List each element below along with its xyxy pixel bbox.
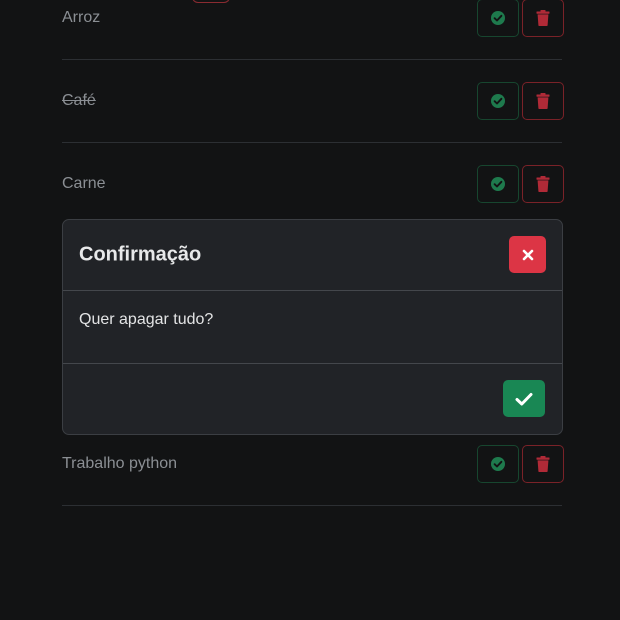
trash-icon	[536, 176, 550, 192]
delete-button[interactable]	[522, 165, 564, 203]
close-button[interactable]	[509, 236, 546, 273]
delete-button[interactable]	[522, 0, 564, 37]
check-circle-icon	[490, 176, 506, 192]
check-icon	[515, 392, 533, 406]
confirm-button[interactable]	[503, 380, 545, 417]
list-item: Trabalho python	[62, 423, 564, 506]
complete-button[interactable]	[477, 0, 519, 37]
delete-button[interactable]	[522, 82, 564, 120]
check-circle-icon	[490, 456, 506, 472]
todo-page: Arroz Café Carne Trabalho python Confirm…	[0, 0, 620, 620]
check-circle-icon	[490, 10, 506, 26]
complete-button[interactable]	[477, 445, 519, 483]
check-circle-icon	[490, 93, 506, 109]
modal-footer	[63, 364, 562, 434]
confirmation-modal: Confirmação Quer apagar tudo?	[62, 219, 563, 435]
list-item: Café	[62, 60, 564, 143]
complete-button[interactable]	[477, 165, 519, 203]
trash-icon	[536, 10, 550, 26]
complete-button[interactable]	[477, 82, 519, 120]
close-icon	[522, 249, 534, 261]
modal-body: Quer apagar tudo?	[63, 291, 562, 364]
item-label: Arroz	[62, 9, 101, 26]
delete-button[interactable]	[522, 445, 564, 483]
modal-header: Confirmação	[63, 220, 562, 291]
list-item: Carne	[62, 143, 564, 226]
item-label: Carne	[62, 175, 106, 192]
trash-icon	[536, 456, 550, 472]
item-label: Trabalho python	[62, 455, 178, 472]
modal-message: Quer apagar tudo?	[79, 311, 214, 328]
list-item: Arroz	[62, 0, 564, 60]
item-label: Café	[62, 92, 96, 109]
trash-icon	[536, 93, 550, 109]
modal-title: Confirmação	[79, 243, 202, 266]
